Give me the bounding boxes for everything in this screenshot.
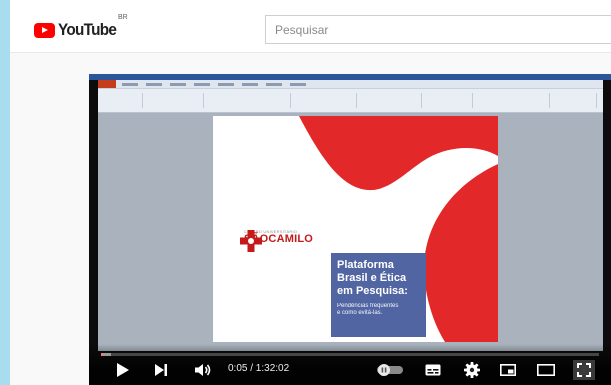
player-controls: 0:05 / 1:32:02	[89, 344, 611, 385]
settings-button[interactable]	[462, 360, 482, 380]
play-button[interactable]	[113, 360, 133, 380]
next-icon	[155, 364, 167, 376]
miniplayer-icon	[500, 364, 516, 376]
autoplay-toggle-icon	[377, 364, 403, 376]
volume-button[interactable]	[192, 360, 214, 380]
play-icon	[117, 363, 129, 377]
sao-camilo-cross-icon	[240, 230, 262, 252]
theater-mode-icon	[537, 364, 555, 376]
search-input[interactable]	[266, 16, 611, 43]
settings-icon	[464, 362, 480, 378]
sao-camilo-logo: CENTRO UNIVERSITÁRIO SÃOCAMILO	[240, 230, 313, 252]
youtube-logo-text: YouTube	[58, 20, 117, 39]
miniplayer-button[interactable]	[498, 360, 518, 380]
time-display: 0:05 / 1:32:02	[228, 363, 290, 374]
youtube-logo[interactable]: YouTube BR	[34, 14, 128, 40]
region-code: BR	[118, 14, 128, 21]
subtitles-icon	[425, 364, 441, 376]
progress-bar[interactable]	[101, 353, 599, 356]
next-button[interactable]	[151, 360, 171, 380]
slide-title: Plataforma Brasil e Ética em Pesquisa:	[337, 259, 408, 297]
ribbon-groups	[98, 89, 603, 112]
search-box[interactable]	[265, 15, 611, 44]
youtube-page: YouTube BR Pesquisar CENTRO UNIVERSITÁRI…	[10, 0, 611, 385]
powerpoint-workspace: CENTRO UNIVERSITÁRIO SÃOCAMILO Plataform…	[98, 113, 603, 351]
theater-mode-button[interactable]	[535, 360, 557, 380]
video-player[interactable]: CENTRO UNIVERSITÁRIO SÃOCAMILO Plataform…	[89, 74, 611, 385]
volume-icon	[195, 364, 211, 376]
buffer-bar	[101, 353, 111, 356]
ribbon-tabs	[98, 80, 603, 89]
subtitles-button[interactable]	[423, 360, 443, 380]
youtube-logo-icon	[34, 22, 55, 38]
powerpoint-ribbon	[98, 80, 603, 113]
autoplay-toggle[interactable]	[376, 360, 404, 380]
presentation-slide: CENTRO UNIVERSITÁRIO SÃOCAMILO Plataform…	[213, 116, 498, 342]
slide-subtitle: Pendências frequentes e como evitá-las.	[337, 302, 399, 317]
slide-title-box: Plataforma Brasil e Ética em Pesquisa: P…	[331, 253, 426, 337]
fullscreen-button[interactable]	[573, 360, 595, 380]
fullscreen-icon	[577, 363, 591, 377]
top-bar: YouTube BR	[10, 0, 611, 53]
powerpoint-file-tab	[98, 80, 116, 88]
